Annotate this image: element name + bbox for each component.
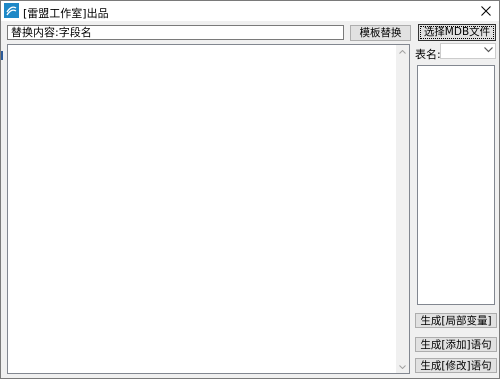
generate-update-button[interactable]: 生成[修改]语句 xyxy=(415,358,497,373)
output-textarea[interactable] xyxy=(7,44,410,374)
select-mdb-button[interactable]: 选择MDB文件 xyxy=(418,24,496,41)
scroll-up-button[interactable] xyxy=(396,45,409,58)
edge-accent xyxy=(1,51,3,60)
generate-local-var-button[interactable]: 生成[局部变量] xyxy=(415,313,497,328)
app-icon xyxy=(4,3,19,18)
table-name-select[interactable] xyxy=(440,43,496,59)
table-name-label: 表名: xyxy=(415,48,441,61)
close-icon xyxy=(481,6,491,16)
generate-insert-button[interactable]: 生成[添加]语句 xyxy=(415,337,497,352)
scroll-down-button[interactable] xyxy=(396,360,409,373)
main-window: [雷盟工作室]出品 替换内容:字段名 模板替换 选择MDB文件 表名: 生成[局… xyxy=(0,0,500,379)
scroll-up-arrow-icon xyxy=(399,49,406,54)
replace-content-input[interactable]: 替换内容:字段名 xyxy=(7,25,344,40)
scroll-down-arrow-icon xyxy=(399,364,406,369)
chevron-down-icon xyxy=(484,47,493,53)
close-button[interactable] xyxy=(473,1,499,21)
window-title: [雷盟工作室]出品 xyxy=(23,7,109,20)
template-replace-button[interactable]: 模板替换 xyxy=(350,25,411,41)
vertical-scrollbar[interactable] xyxy=(396,45,409,373)
title-bar: [雷盟工作室]出品 xyxy=(1,1,499,21)
field-listbox[interactable] xyxy=(417,65,495,305)
